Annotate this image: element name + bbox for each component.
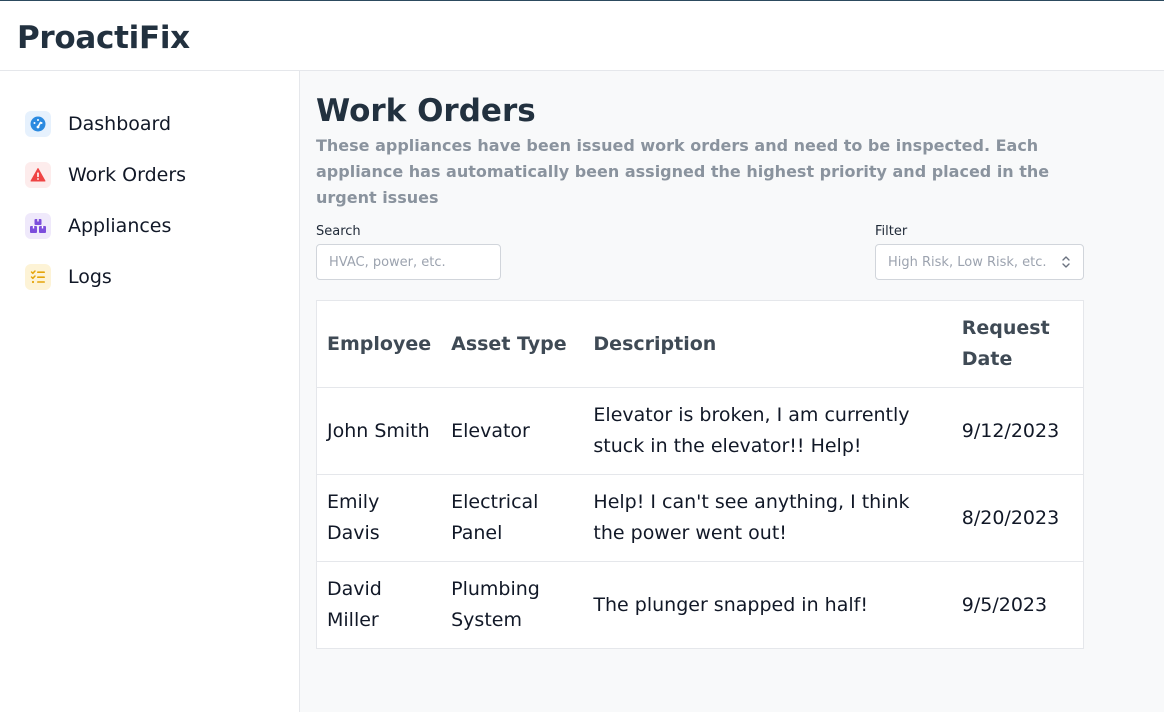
main-content: Work Orders These appliances have been i… xyxy=(300,71,1164,712)
sidebar-item-work-orders[interactable]: Work Orders xyxy=(25,161,186,189)
warning-icon xyxy=(25,162,51,188)
table-row[interactable]: John Smith Elevator Elevator is broken, … xyxy=(316,387,1084,475)
app-logo-title[interactable]: ProactiFix xyxy=(17,20,190,56)
column-header-asset-type[interactable]: Asset Type xyxy=(441,300,584,388)
filter-placeholder: High Risk, Low Risk, etc. xyxy=(888,254,1047,270)
cell-employee: Emily Davis xyxy=(316,474,442,562)
cell-request-date: 9/12/2023 xyxy=(951,387,1084,475)
gauge-icon xyxy=(25,111,51,137)
cell-request-date: 8/20/2023 xyxy=(951,474,1084,562)
sidebar-item-label: Logs xyxy=(68,266,112,288)
boxes-icon xyxy=(25,213,51,239)
sidebar-item-label: Work Orders xyxy=(68,164,187,186)
sidebar-item-label: Appliances xyxy=(68,215,172,237)
filter-select[interactable]: High Risk, Low Risk, etc. xyxy=(875,244,1084,280)
chevron-up-down-icon xyxy=(1061,255,1071,273)
column-header-employee[interactable]: Employee xyxy=(316,300,442,388)
cell-employee: John Smith xyxy=(316,387,442,475)
cell-description: The plunger snapped in half! xyxy=(583,561,952,649)
page-description: These appliances have been issued work o… xyxy=(316,136,1050,207)
cell-request-date: 9/5/2023 xyxy=(951,561,1084,649)
search-label: Search xyxy=(316,224,361,239)
column-header-description[interactable]: Description xyxy=(583,300,952,388)
cell-asset-type: Electrical Panel xyxy=(441,474,584,562)
table-row[interactable]: David Miller Plumbing System The plunger… xyxy=(316,561,1084,649)
top-bar: ProactiFix xyxy=(0,0,1164,71)
table-row[interactable]: Emily Davis Electrical Panel Help! I can… xyxy=(316,474,1084,562)
search-input[interactable] xyxy=(316,244,501,280)
filter-label: Filter xyxy=(875,224,908,239)
cell-employee: David Miller xyxy=(316,561,442,649)
sidebar-item-appliances[interactable]: Appliances xyxy=(25,212,171,240)
checklist-icon xyxy=(25,264,51,290)
page-title: Work Orders xyxy=(316,93,536,129)
cell-asset-type: Plumbing System xyxy=(441,561,584,649)
sidebar: Dashboard Work Orders Appliances Logs xyxy=(0,71,300,712)
work-orders-table: Employee Asset Type Description Request … xyxy=(316,300,1084,649)
sidebar-item-logs[interactable]: Logs xyxy=(25,263,112,291)
sidebar-item-label: Dashboard xyxy=(68,113,172,135)
cell-description: Help! I can't see anything, I think the … xyxy=(583,474,952,562)
sidebar-item-dashboard[interactable]: Dashboard xyxy=(25,110,171,138)
cell-asset-type: Elevator xyxy=(441,387,584,475)
table-header-row: Employee Asset Type Description Request … xyxy=(316,300,1084,388)
cell-description: Elevator is broken, I am currently stuck… xyxy=(583,387,952,475)
column-header-request-date[interactable]: Request Date xyxy=(951,300,1084,388)
